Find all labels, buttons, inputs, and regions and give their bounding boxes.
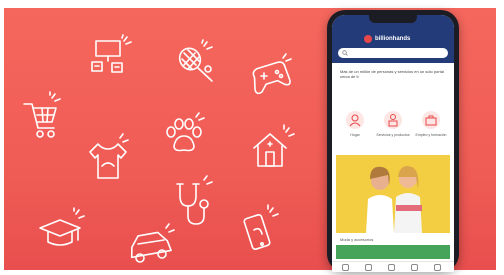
add-nav-icon[interactable] bbox=[388, 264, 395, 271]
service-icon bbox=[384, 111, 402, 129]
category-label: Hogar bbox=[350, 133, 360, 137]
chat-nav-icon[interactable] bbox=[411, 264, 418, 271]
house-icon bbox=[248, 124, 298, 174]
category-row: Hogar Servicios y productos Empleo y for… bbox=[338, 111, 448, 151]
secondary-photo[interactable] bbox=[336, 245, 450, 259]
bottom-nav bbox=[332, 261, 454, 272]
featured-caption: Moda y accesorios bbox=[340, 237, 374, 242]
app-logo: billionhands bbox=[364, 34, 410, 44]
bag-icon bbox=[422, 111, 440, 129]
phone-mockup: billionhands Más de un millón de persona… bbox=[327, 10, 459, 272]
category-label: Servicios y productos bbox=[376, 133, 410, 137]
paw-print-icon bbox=[162, 112, 208, 160]
people-illustration bbox=[366, 166, 422, 233]
category-item-empleo[interactable]: Empleo y formación bbox=[414, 111, 448, 151]
category-item-hogar[interactable]: Hogar bbox=[338, 111, 372, 151]
intro-text: Más de un millón de personas y servicios… bbox=[340, 69, 444, 79]
logo-mark-icon bbox=[364, 35, 372, 43]
search-icon bbox=[342, 50, 348, 56]
featured-photo[interactable] bbox=[336, 155, 450, 233]
phone-notch bbox=[369, 15, 417, 23]
search-bar[interactable] bbox=[338, 48, 448, 58]
search-nav-icon[interactable] bbox=[365, 264, 372, 271]
profile-nav-icon[interactable] bbox=[434, 264, 441, 271]
presentation-board-icon bbox=[86, 34, 134, 79]
search-input[interactable] bbox=[352, 48, 444, 58]
user-icon bbox=[346, 111, 364, 129]
app-screen: billionhands Más de un millón de persona… bbox=[332, 15, 454, 272]
t-shirt-icon bbox=[84, 133, 132, 184]
tennis-racket-icon bbox=[174, 39, 224, 87]
screenshot-frame: billionhands Más de un millón de persona… bbox=[0, 0, 504, 275]
logo-text: billionhands bbox=[375, 36, 411, 42]
graduation-cap-icon bbox=[36, 207, 90, 258]
mobile-phone-icon bbox=[240, 204, 286, 260]
shopping-cart-icon bbox=[20, 91, 66, 142]
category-label: Empleo y formación bbox=[415, 133, 447, 137]
home-nav-icon[interactable] bbox=[342, 264, 349, 271]
car-icon bbox=[124, 222, 180, 270]
gamepad-icon bbox=[247, 53, 297, 100]
category-item-servicios[interactable]: Servicios y productos bbox=[376, 111, 410, 151]
